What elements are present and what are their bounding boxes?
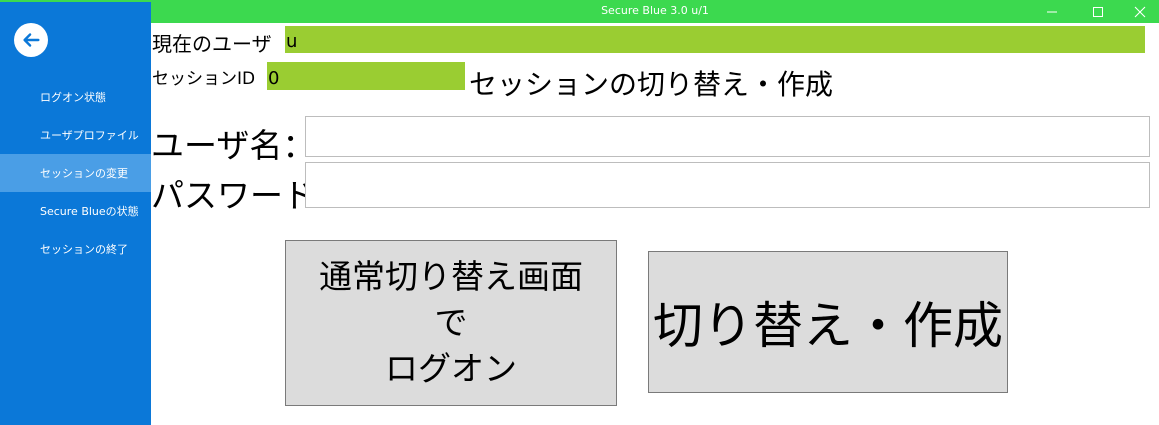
app-window: ログオン状態 ユーザプロファイル セッションの変更 Secure Blueの状態…: [0, 0, 1159, 425]
sidebar-item-label: ログオン状態: [40, 91, 106, 104]
normal-logon-button[interactable]: 通常切り替え画面 で ログオン: [285, 240, 617, 406]
maximize-icon: [1093, 6, 1103, 17]
sidebar-item-change-session[interactable]: セッションの変更: [0, 154, 151, 192]
current-user-label: 現在のユーザ: [152, 32, 272, 56]
normal-logon-button-line2: で: [434, 303, 468, 342]
switch-create-button[interactable]: 切り替え・作成: [648, 251, 1008, 393]
title-bar[interactable]: Secure Blue 3.0 u/1: [151, 0, 1159, 23]
sidebar-item-user-profile[interactable]: ユーザプロファイル: [0, 116, 151, 154]
sidebar-item-label: Secure Blueの状態: [40, 205, 139, 218]
window-title: Secure Blue 3.0 u/1: [601, 4, 709, 17]
sidebar-item-label: ユーザプロファイル: [40, 129, 139, 142]
sidebar-nav: ログオン状態 ユーザプロファイル セッションの変更 Secure Blueの状態…: [0, 78, 151, 268]
normal-logon-button-line3: ログオン: [385, 349, 517, 388]
back-button[interactable]: [14, 23, 48, 57]
close-icon: [1134, 6, 1146, 17]
username-label: ユーザ名：: [151, 126, 316, 165]
normal-logon-button-line1: 通常切り替え画面: [319, 257, 583, 296]
sidebar-accent-line: [0, 0, 151, 2]
session-id-value: 0: [267, 62, 465, 90]
sidebar-item-logon-status[interactable]: ログオン状態: [0, 78, 151, 116]
session-id-label: セッションID: [152, 69, 256, 89]
main-content: 現在のユーザ u セッションID 0 セッションの切り替え・作成 ユーザ名： パ…: [151, 23, 1159, 425]
current-user-value: u: [285, 26, 1145, 53]
sidebar-item-secure-blue-status[interactable]: Secure Blueの状態: [0, 192, 151, 230]
close-button[interactable]: [1117, 0, 1159, 23]
section-title: セッションの切り替え・作成: [469, 68, 834, 101]
sidebar-item-end-session[interactable]: セッションの終了: [0, 230, 151, 268]
username-input[interactable]: [305, 116, 1150, 157]
back-arrow-icon: [23, 33, 40, 47]
sidebar-item-label: セッションの終了: [40, 243, 128, 256]
minimize-icon: [1047, 11, 1057, 12]
maximize-button[interactable]: [1075, 0, 1121, 23]
password-input[interactable]: [305, 162, 1150, 208]
minimize-button[interactable]: [1029, 0, 1075, 23]
switch-create-button-label: 切り替え・作成: [653, 297, 1003, 355]
sidebar: ログオン状態 ユーザプロファイル セッションの変更 Secure Blueの状態…: [0, 0, 151, 425]
sidebar-item-label: セッションの変更: [40, 167, 128, 180]
